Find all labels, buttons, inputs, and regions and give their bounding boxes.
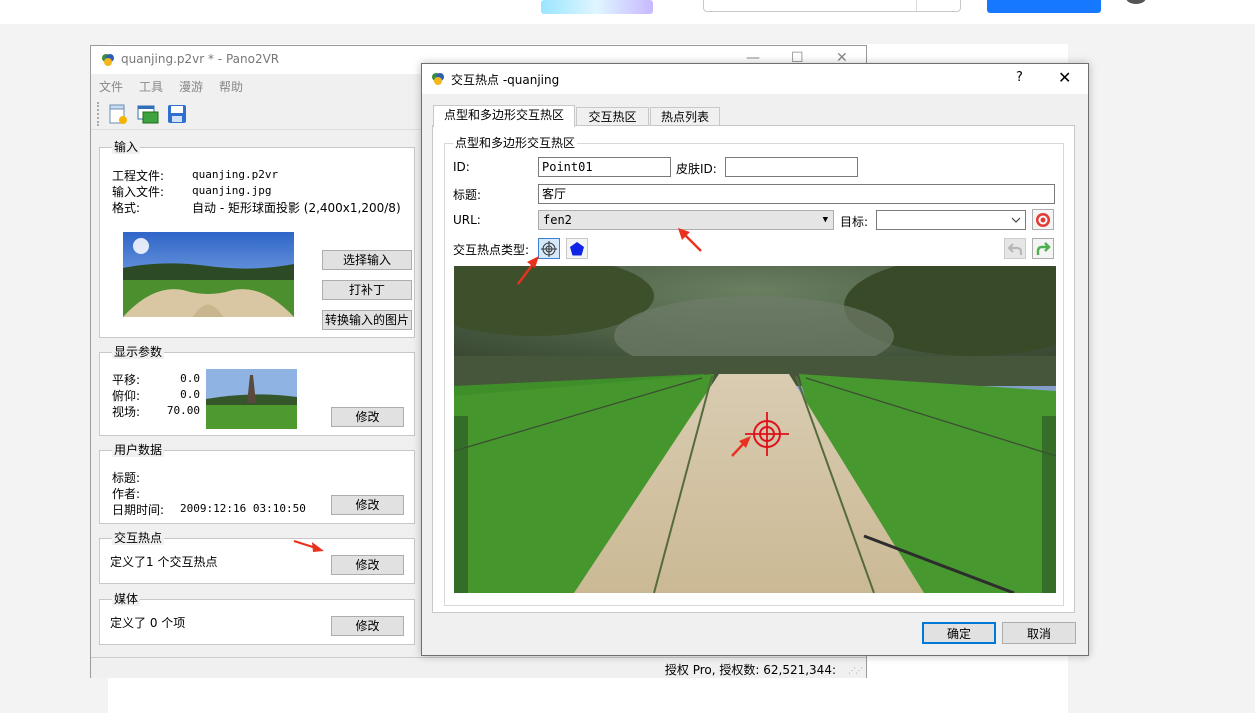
menu-help[interactable]: 帮助 [219,78,243,95]
tab-point-polygon-hotspots[interactable]: 点型和多边形交互热区 [433,105,575,127]
hotspots-count-text: 定义了1 个交互热点 [110,555,218,569]
display-modify-button[interactable]: 修改 [331,407,404,427]
convert-input-image-button[interactable]: 转换输入的图片 [322,310,412,330]
point-hotspot-button[interactable] [538,238,560,259]
redo-button[interactable] [1032,238,1054,259]
toolbar-grip[interactable] [97,102,100,126]
display-preview-thumbnail [206,369,297,429]
promo-banner[interactable] [541,0,653,14]
annotation-arrow-icon [678,228,702,252]
display-params-group: 显示参数 平移: 0.0 俯仰: 0.0 视场: 70.00 修改 [99,345,415,436]
skin-id-input[interactable] [725,157,858,177]
hotspots-group: 交互热点 定义了1 个交互热点 修改 [99,531,415,584]
browser-action-button[interactable] [987,0,1101,13]
user-data-modify-button[interactable]: 修改 [331,495,404,515]
cancel-button[interactable]: 取消 [1002,622,1076,644]
main-statusbar: 授权 Pro, 授权数: 62,521,344: ⋰⋰ [91,657,866,678]
browser-search-input[interactable] [703,0,961,12]
new-project-icon[interactable] [107,103,131,127]
hotspot-dialog: 交互热点 -quanjing ? ✕ 点型和多边形交互热区 交互热区 热点列表 … [421,63,1089,656]
user-data-group: 用户数据 标题: 作者: 日期时间: 2009:12:16 03:10:50 修… [99,443,415,524]
media-group: 媒体 定义了 0 个项 修改 [99,592,415,645]
target-select[interactable] [876,210,1026,230]
format-label: 格式: [112,201,141,215]
polygon-hotspot-button[interactable] [566,238,588,259]
id-input[interactable]: Point01 [538,157,671,177]
browser-header [0,0,1255,24]
polygon-hotspot-icon [570,242,584,256]
dialog-title: 交互热点 -quanjing [451,73,560,87]
point-polygon-group-title: 点型和多边形交互热区 [453,136,578,150]
fov-value: 70.00 [166,404,200,417]
equirect-thumbnail [123,232,294,317]
skin-id-label: 皮肤ID: [676,162,717,176]
pano2vr-app-icon [432,73,444,85]
author-label: 作者: [112,487,141,501]
datetime-label: 日期时间: [112,503,165,517]
pan-label: 平移: [112,373,141,387]
dialog-close-button[interactable]: ✕ [1058,68,1071,87]
main-window-title: quanjing.p2vr * - Pano2VR [121,52,280,66]
input-group-title: 输入 [112,140,141,154]
input-file-value: quanjing.jpg [192,184,272,197]
input-file-label: 输入文件: [112,185,165,199]
panorama-viewport[interactable] [454,266,1056,593]
undo-button[interactable] [1004,238,1026,259]
avatar[interactable] [1126,0,1146,4]
tab-hotspot-list[interactable]: 热点列表 [650,107,720,126]
chevron-down-icon: ▼ [822,215,828,225]
hotspots-modify-button[interactable]: 修改 [331,555,404,575]
target-label: 目标: [840,215,869,229]
caption-label: 标题: [453,188,482,202]
user-data-title: 用户数据 [112,443,165,457]
target-icon [1036,213,1050,227]
tilt-value: 0.0 [180,388,200,401]
help-button[interactable]: ? [1016,70,1023,85]
dialog-titlebar[interactable]: 交互热点 -quanjing ? ✕ [422,64,1088,94]
display-params-title: 显示参数 [112,345,165,359]
datetime-value: 2009:12:16 03:10:50 [180,502,306,515]
url-label: URL: [453,213,481,227]
point-hotspot-icon [541,241,557,257]
select-input-button[interactable]: 选择输入 [322,250,412,270]
url-value: fen2 [543,213,572,227]
search-separator [916,0,917,11]
pano2vr-app-icon [102,54,114,66]
save-icon[interactable] [166,103,190,127]
resize-grip-icon[interactable]: ⋰⋰ [848,666,863,675]
panorama-image [454,266,1056,593]
hotspots-title: 交互热点 [112,531,165,545]
annotation-arrow-icon [293,539,324,552]
project-file-label: 工程文件: [112,169,165,183]
ok-button[interactable]: 确定 [922,622,996,644]
input-group: 输入 工程文件: quanjing.p2vr 输入文件: quanjing.jp… [99,140,415,338]
pan-value: 0.0 [180,372,200,385]
caption-input[interactable]: 客厅 [538,184,1055,204]
menu-tools[interactable]: 工具 [139,78,163,95]
license-status: 授权 Pro, 授权数: 62,521,344: [664,663,836,677]
menu-file[interactable]: 文件 [99,78,123,95]
fov-label: 视场: [112,405,141,419]
project-file-value: quanjing.p2vr [192,168,279,181]
undo-icon [1007,243,1023,255]
tilt-label: 俯仰: [112,389,141,403]
open-project-icon[interactable] [136,103,160,127]
id-label: ID: [453,160,470,174]
redo-icon [1036,242,1051,255]
media-modify-button[interactable]: 修改 [331,616,404,636]
target-picker-button[interactable] [1032,209,1054,230]
tab-hotspots[interactable]: 交互热区 [576,107,649,126]
media-title: 媒体 [112,592,141,606]
user-title-label: 标题: [112,471,141,485]
format-value: 自动 - 矩形球面投影 (2,400x1,200/8) [192,201,401,215]
annotation-arrow-icon [517,256,539,285]
menu-tour[interactable]: 漫游 [179,78,203,95]
chevron-down-icon [1011,217,1021,223]
patch-button[interactable]: 打补丁 [322,280,412,300]
media-count-text: 定义了 0 个项 [110,616,186,630]
